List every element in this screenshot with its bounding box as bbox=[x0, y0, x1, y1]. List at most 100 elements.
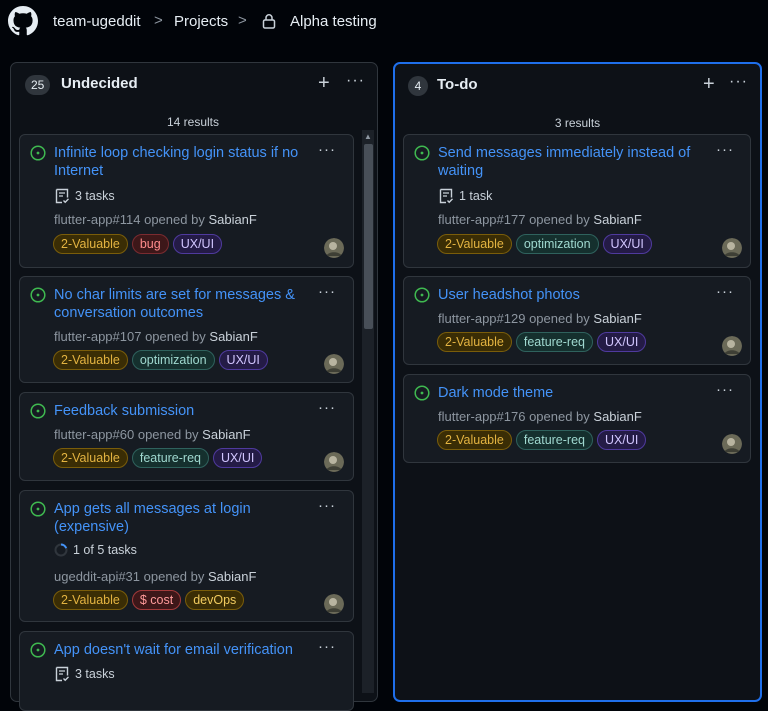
issue-reference: flutter-app#60 opened by SabianF bbox=[54, 427, 251, 442]
scrollbar-thumb[interactable] bbox=[364, 144, 373, 329]
column-menu-button[interactable]: ··· bbox=[729, 70, 748, 94]
column-count-badge: 4 bbox=[408, 76, 428, 96]
card-menu-button[interactable]: ··· bbox=[318, 141, 336, 158]
avatar[interactable] bbox=[324, 238, 344, 258]
issue-ref-text: flutter-app#176 opened by bbox=[438, 409, 594, 424]
issue-title-link[interactable]: User headshot photos bbox=[438, 286, 708, 304]
label-ux-ui[interactable]: UX/UI bbox=[213, 448, 263, 468]
issue-card[interactable]: Send messages immediately instead of wai… bbox=[403, 134, 751, 268]
label-feature-req[interactable]: feature-req bbox=[131, 448, 209, 468]
label-ux-ui[interactable]: UX/UI bbox=[597, 430, 647, 450]
task-count-text: 3 tasks bbox=[75, 667, 115, 681]
breadcrumb-project[interactable]: Alpha testing bbox=[290, 13, 377, 30]
avatar[interactable] bbox=[324, 354, 344, 374]
author-link[interactable]: SabianF bbox=[208, 212, 256, 227]
results-count: 3 results bbox=[554, 116, 601, 130]
breadcrumb-org[interactable]: team-ugeddit bbox=[53, 13, 141, 30]
label-2-valuable[interactable]: 2-Valuable bbox=[53, 590, 128, 610]
label-ux-ui[interactable]: UX/UI bbox=[597, 332, 647, 352]
open-issue-icon bbox=[30, 501, 46, 517]
card-menu-button[interactable]: ··· bbox=[318, 497, 336, 514]
task-count-text: 3 tasks bbox=[75, 189, 115, 203]
label-2-valuable[interactable]: 2-Valuable bbox=[53, 350, 128, 370]
label-ux-ui[interactable]: UX/UI bbox=[218, 350, 268, 370]
issue-card[interactable]: App gets all messages at login (expensiv… bbox=[19, 490, 354, 622]
label-ux-ui[interactable]: UX/UI bbox=[602, 234, 652, 254]
author-link[interactable]: SabianF bbox=[593, 409, 641, 424]
issue-card[interactable]: Dark mode theme ··· flutter-app#176 open… bbox=[403, 374, 751, 463]
issue-title-link[interactable]: Feedback submission bbox=[54, 402, 308, 420]
issue-card[interactable]: User headshot photos ··· flutter-app#129… bbox=[403, 276, 751, 365]
issue-ref-text: flutter-app#129 opened by bbox=[438, 311, 594, 326]
avatar[interactable] bbox=[722, 434, 742, 454]
label-list: 2-Valuable $ cost devOps bbox=[53, 590, 245, 610]
issue-ref-text: flutter-app#177 opened by bbox=[438, 212, 594, 227]
lock-icon bbox=[262, 14, 276, 29]
task-count: 1 task bbox=[438, 188, 492, 204]
results-count: 14 results bbox=[166, 115, 220, 129]
scroll-up-arrow-icon[interactable]: ▲ bbox=[362, 131, 374, 143]
avatar[interactable] bbox=[722, 238, 742, 258]
card-menu-button[interactable]: ··· bbox=[716, 141, 734, 158]
card-menu-button[interactable]: ··· bbox=[318, 399, 336, 416]
add-item-button[interactable]: + bbox=[318, 71, 330, 95]
issue-card[interactable]: App doesn't wait for email verification … bbox=[19, 631, 354, 711]
column-count-badge: 25 bbox=[25, 75, 51, 95]
open-issue-icon bbox=[30, 642, 46, 658]
author-link[interactable]: SabianF bbox=[593, 212, 641, 227]
label-2-valuable[interactable]: 2-Valuable bbox=[437, 332, 512, 352]
open-issue-icon bbox=[30, 403, 46, 419]
label-cost[interactable]: $ cost bbox=[131, 590, 182, 610]
column-menu-button[interactable]: ··· bbox=[346, 69, 365, 93]
author-link[interactable]: SabianF bbox=[209, 329, 257, 344]
issue-ref-text: flutter-app#114 opened by bbox=[54, 212, 209, 227]
breadcrumb-separator: > bbox=[238, 12, 247, 29]
label-optimization[interactable]: optimization bbox=[131, 350, 215, 370]
label-devops[interactable]: devOps bbox=[185, 590, 245, 610]
avatar[interactable] bbox=[722, 336, 742, 356]
label-list: 2-Valuable optimization UX/UI bbox=[437, 234, 652, 254]
open-issue-icon bbox=[30, 145, 46, 161]
issue-title-link[interactable]: Infinite loop checking login status if n… bbox=[54, 144, 308, 180]
label-bug[interactable]: bug bbox=[131, 234, 169, 254]
avatar[interactable] bbox=[324, 452, 344, 472]
card-menu-button[interactable]: ··· bbox=[716, 283, 734, 300]
label-ux-ui[interactable]: UX/UI bbox=[172, 234, 223, 254]
author-link[interactable]: SabianF bbox=[202, 427, 250, 442]
label-list: 2-Valuable feature-req UX/UI bbox=[437, 430, 647, 450]
progress-ring-icon bbox=[54, 543, 68, 557]
label-list: 2-Valuable feature-req UX/UI bbox=[53, 448, 263, 468]
issue-title-link[interactable]: Dark mode theme bbox=[438, 384, 708, 402]
card-menu-button[interactable]: ··· bbox=[716, 381, 734, 398]
issue-title-link[interactable]: No char limits are set for messages & co… bbox=[54, 286, 308, 322]
label-feature-req[interactable]: feature-req bbox=[515, 430, 593, 450]
issue-ref-text: flutter-app#107 opened by bbox=[54, 329, 210, 344]
label-2-valuable[interactable]: 2-Valuable bbox=[437, 430, 512, 450]
issue-title-link[interactable]: App gets all messages at login (expensiv… bbox=[54, 500, 308, 536]
issue-card[interactable]: No char limits are set for messages & co… bbox=[19, 276, 354, 383]
column-header: 4 To-do + ··· bbox=[395, 64, 760, 108]
breadcrumb-separator: > bbox=[154, 12, 163, 29]
issue-reference: flutter-app#114 opened by SabianF bbox=[54, 212, 257, 227]
label-optimization[interactable]: optimization bbox=[515, 234, 599, 254]
add-item-button[interactable]: + bbox=[703, 72, 715, 96]
issue-title-link[interactable]: App doesn't wait for email verification bbox=[54, 641, 324, 659]
label-feature-req[interactable]: feature-req bbox=[515, 332, 593, 352]
avatar[interactable] bbox=[324, 594, 344, 614]
author-link[interactable]: SabianF bbox=[593, 311, 641, 326]
issue-reference: flutter-app#176 opened by SabianF bbox=[438, 409, 642, 424]
label-2-valuable[interactable]: 2-Valuable bbox=[53, 448, 128, 468]
github-logo-icon[interactable] bbox=[8, 6, 38, 36]
issue-card[interactable]: Feedback submission ··· flutter-app#60 o… bbox=[19, 392, 354, 481]
card-menu-button[interactable]: ··· bbox=[318, 638, 336, 655]
task-list-icon bbox=[55, 188, 69, 204]
breadcrumb-projects[interactable]: Projects bbox=[174, 13, 228, 30]
label-list: 2-Valuable optimization UX/UI bbox=[53, 350, 268, 370]
card-menu-button[interactable]: ··· bbox=[318, 283, 336, 300]
label-2-valuable[interactable]: 2-Valuable bbox=[53, 234, 128, 254]
issue-title-link[interactable]: Send messages immediately instead of wai… bbox=[438, 144, 708, 180]
issue-card[interactable]: Infinite loop checking login status if n… bbox=[19, 134, 354, 268]
author-link[interactable]: SabianF bbox=[208, 569, 256, 584]
column-title: Undecided bbox=[61, 75, 138, 92]
label-2-valuable[interactable]: 2-Valuable bbox=[437, 234, 512, 254]
